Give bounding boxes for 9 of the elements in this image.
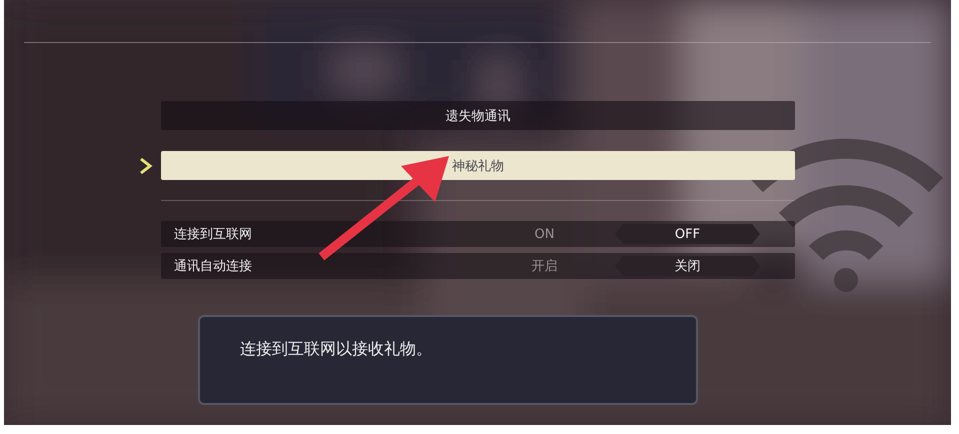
setting-label: 连接到互联网 [173, 226, 253, 243]
menu-item[interactable]: 神秘礼物 [161, 151, 795, 180]
menu-item[interactable]: 遗失物通讯 [161, 101, 795, 130]
setting-label: 通讯自动连接 [173, 258, 253, 275]
option-toggle[interactable]: OFF [615, 224, 760, 244]
option-toggle[interactable]: 关闭 [615, 256, 760, 276]
message-text: 连接到互联网以接收礼物。 [240, 339, 432, 358]
option-toggle[interactable]: ON [472, 224, 617, 244]
option-toggle[interactable]: 开启 [472, 256, 617, 276]
